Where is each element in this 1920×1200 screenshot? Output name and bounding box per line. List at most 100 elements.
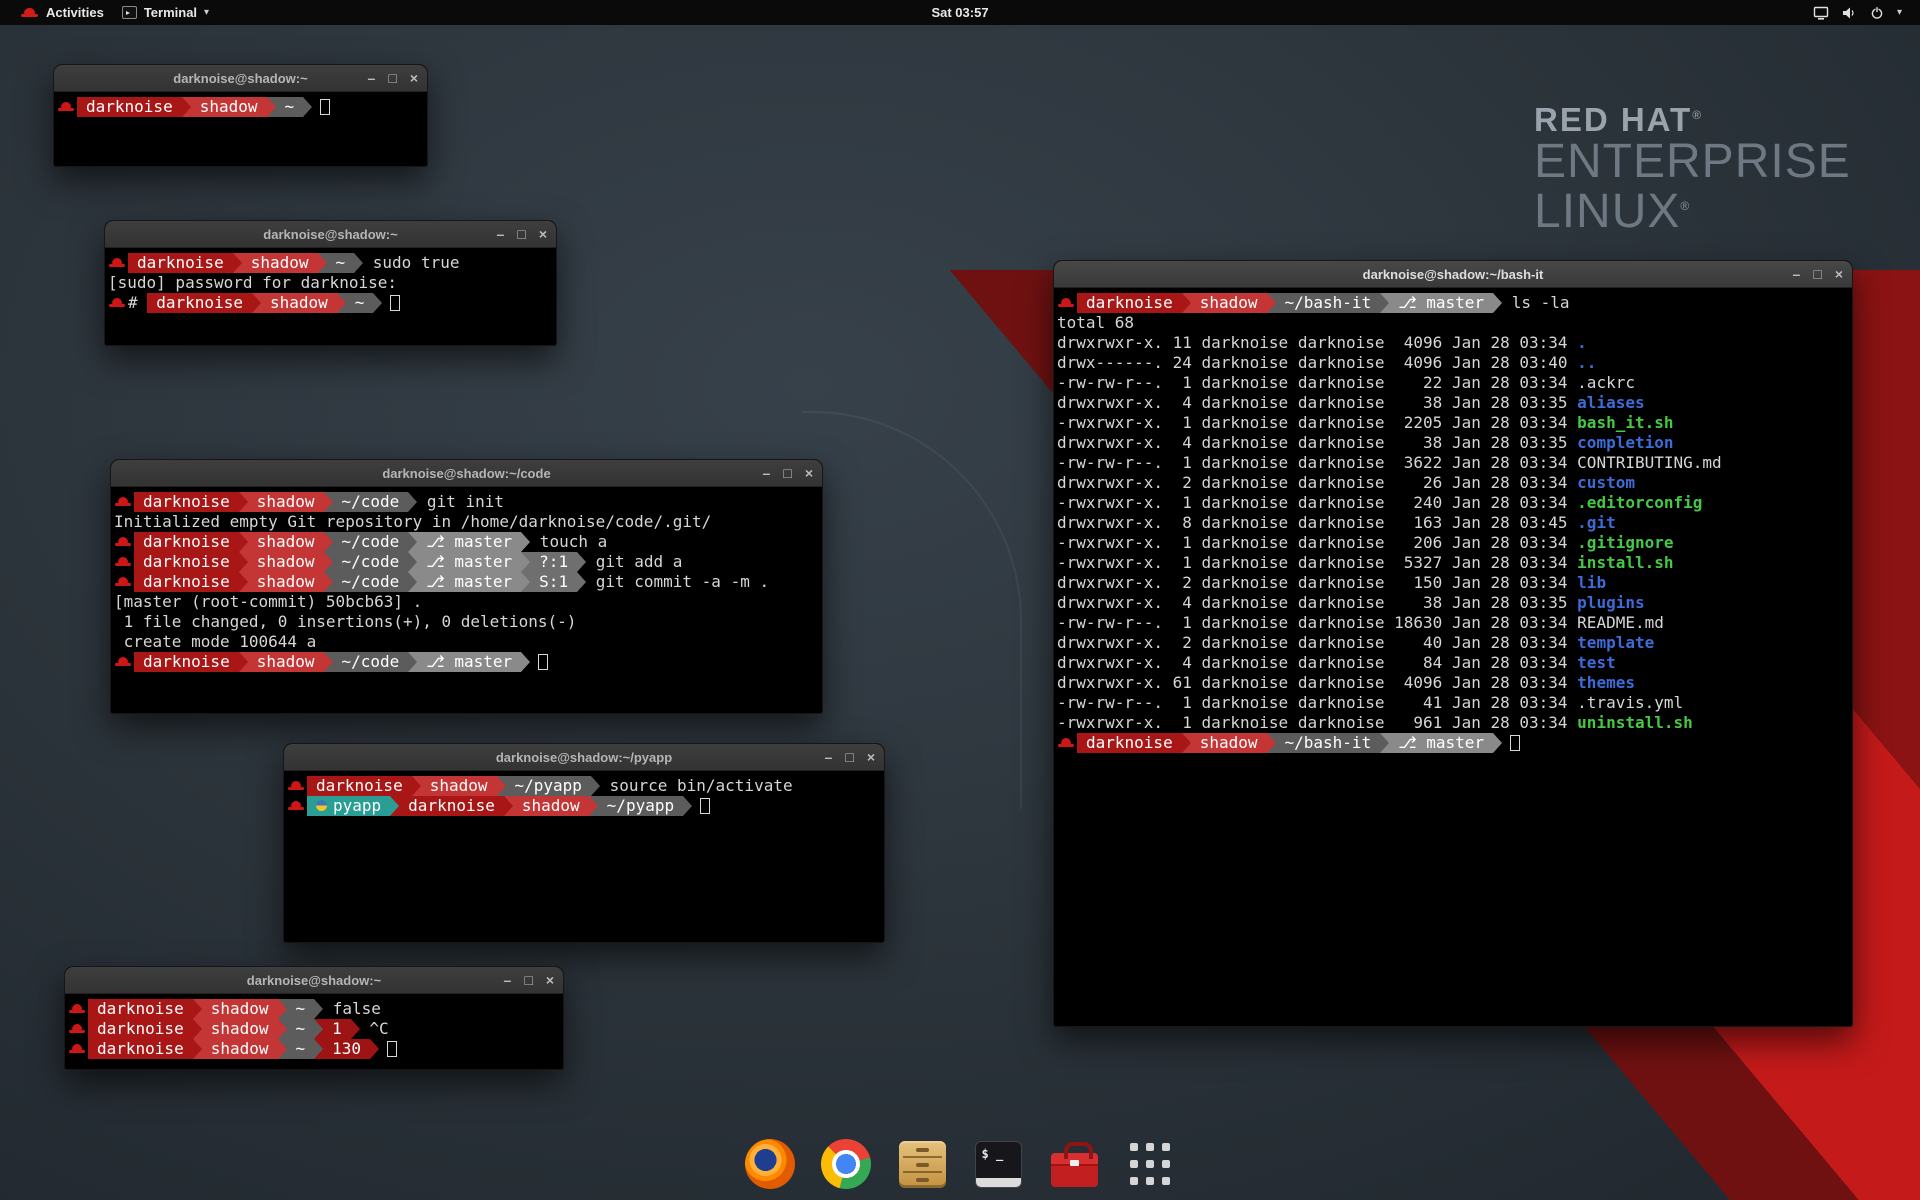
output-text: drwxrwxr-x. 2 darknoise darknoise 40 Jan…	[1057, 633, 1577, 653]
output-text: -rw-rw-r--. 1 darknoise darknoise 18630 …	[1057, 613, 1664, 633]
command-text: false	[323, 999, 381, 1019]
activities-button[interactable]: Activities	[12, 0, 113, 25]
terminal-window-home[interactable]: darknoise@shadow:~ – □ × darknoiseshadow…	[53, 64, 428, 167]
minimize-button[interactable]: –	[763, 466, 771, 480]
window-titlebar[interactable]: darknoise@shadow:~ – □ ×	[105, 221, 556, 248]
prompt-user-segment: darknoise	[88, 1039, 193, 1059]
terminal-content[interactable]: darknoiseshadow~/code git initInitialize…	[111, 487, 822, 677]
dock	[742, 1136, 1178, 1192]
window-titlebar[interactable]: darknoise@shadow:~ – □ ×	[54, 65, 427, 92]
terminal-content[interactable]: darknoiseshadow~ falsedarknoiseshadow~1 …	[65, 994, 563, 1064]
chrome-icon[interactable]	[818, 1136, 874, 1192]
powerline-separator-icon	[1267, 733, 1276, 753]
powerline-separator-icon	[252, 293, 261, 313]
prompt-user-segment: darknoise	[147, 293, 252, 313]
prompt-cwd-segment: ~/bash-it	[1276, 293, 1381, 313]
powerline-separator-icon	[239, 652, 248, 672]
maximize-button[interactable]: □	[845, 750, 853, 764]
window-titlebar[interactable]: darknoise@shadow:~/pyapp – □ ×	[284, 744, 884, 771]
minimize-button[interactable]: –	[368, 71, 376, 85]
watermark-line3: LINUX	[1534, 185, 1680, 238]
window-controls: – □ ×	[825, 744, 875, 770]
window-titlebar[interactable]: darknoise@shadow:~/bash-it – □ ×	[1054, 261, 1852, 288]
close-button[interactable]: ×	[546, 973, 554, 987]
directory-name: ..	[1577, 353, 1596, 373]
prompt-user-segment: darknoise	[134, 492, 239, 512]
terminal-window-bash-it[interactable]: darknoise@shadow:~/bash-it – □ × darknoi…	[1053, 260, 1853, 1027]
executable-name: install.sh	[1577, 553, 1673, 573]
executable-name: uninstall.sh	[1577, 713, 1693, 733]
minimize-button[interactable]: –	[1793, 267, 1801, 281]
maximize-button[interactable]: □	[388, 71, 396, 85]
terminal-icon[interactable]	[970, 1136, 1026, 1192]
toolbox-shape	[1051, 1153, 1098, 1187]
terminal-window-exit-codes[interactable]: darknoise@shadow:~ – □ × darknoise shadow…	[64, 966, 564, 1070]
terminal-content[interactable]: darknoiseshadow~	[54, 92, 427, 122]
powerline-separator-icon	[504, 796, 513, 816]
close-button[interactable]: ×	[410, 71, 418, 85]
terminal-content[interactable]: darknoiseshadow~/bash-it⎇ master ls -lat…	[1054, 288, 1852, 758]
prompt-user-segment: darknoise	[134, 532, 239, 552]
close-button[interactable]: ×	[539, 227, 547, 241]
app-menu-button[interactable]: Terminal ▾	[113, 0, 218, 25]
show-applications-icon[interactable]	[1122, 1136, 1178, 1192]
prompt-cwd-segment: ~/code	[333, 492, 409, 512]
powerline-separator-icon	[314, 999, 323, 1019]
watermark-redhat-text: RED HAT®	[1534, 103, 1851, 137]
minimize-button[interactable]: –	[825, 750, 833, 764]
powerline-separator-icon	[278, 1039, 287, 1059]
system-status-area[interactable]: ▾	[1807, 0, 1908, 25]
files-icon[interactable]	[894, 1136, 950, 1192]
toolbox-icon[interactable]	[1046, 1136, 1102, 1192]
terminal-window-pyapp[interactable]: darknoise@shadow:~/pyapp – □ × darknoise…	[283, 743, 885, 943]
maximize-button[interactable]: □	[524, 973, 532, 987]
minimize-button[interactable]: –	[497, 227, 505, 241]
powerline-separator-icon	[324, 572, 333, 592]
output-text: [master (root-commit) 50bcb63] .	[114, 592, 422, 612]
powerline-separator-icon	[324, 532, 333, 552]
maximize-button[interactable]: □	[1813, 267, 1821, 281]
powerline-separator-icon	[373, 293, 382, 313]
close-button[interactable]: ×	[1835, 267, 1843, 281]
redhat-prompt-icon	[68, 999, 88, 1019]
prompt-cwd-segment: ~/bash-it	[1276, 733, 1381, 753]
powerline-separator-icon	[314, 1039, 323, 1059]
prompt-host-segment: shadow	[248, 552, 324, 572]
terminal-window-sudo[interactable]: darknoise@shadow:~ – □ × darknoiseshadow…	[104, 220, 557, 346]
prompt-git-branch-segment: ⎇ master	[417, 572, 521, 592]
watermark-line1: RED HAT	[1534, 101, 1692, 138]
terminal-content[interactable]: darknoiseshadow~ sudo true[sudo] passwor…	[105, 248, 556, 318]
executable-name: bash_it.sh	[1577, 413, 1673, 433]
redhat-prompt-icon	[57, 97, 77, 117]
redhat-logo-icon	[21, 6, 39, 20]
powerline-separator-icon	[337, 293, 346, 313]
window-titlebar[interactable]: darknoise@shadow:~ – □ ×	[65, 967, 563, 994]
output-text: -rwxrwxr-x. 1 darknoise darknoise 2205 J…	[1057, 413, 1577, 433]
clock[interactable]: Sat 03:57	[921, 0, 998, 25]
close-button[interactable]: ×	[867, 750, 875, 764]
prompt-git-status-segment: S:1	[530, 572, 577, 592]
prompt-cwd-segment: ~/pyapp	[506, 776, 591, 796]
maximize-button[interactable]: □	[517, 227, 525, 241]
terminal-window-code[interactable]: darknoise@shadow:~/code – □ × darknoises…	[110, 459, 823, 714]
prompt-host-segment: shadow	[421, 776, 497, 796]
close-button[interactable]: ×	[805, 466, 813, 480]
directory-name: .	[1577, 333, 1587, 353]
grid-dot	[1146, 1177, 1154, 1185]
minimize-button[interactable]: –	[504, 973, 512, 987]
powerline-separator-icon	[408, 532, 417, 552]
firefox-icon[interactable]	[742, 1136, 798, 1192]
maximize-button[interactable]: □	[783, 466, 791, 480]
window-controls: – □ ×	[497, 221, 547, 247]
terminal-line: drwxrwxr-x. 2 darknoise darknoise 26 Jan…	[1057, 473, 1849, 493]
executable-name: .gitignore	[1577, 533, 1673, 553]
powerline-separator-icon	[239, 532, 248, 552]
prompt-git-branch-segment: ⎇ master	[417, 652, 521, 672]
terminal-content[interactable]: darknoiseshadow~/pyapp source bin/activa…	[284, 771, 884, 821]
app-grid	[1129, 1143, 1171, 1185]
window-titlebar[interactable]: darknoise@shadow:~/code – □ ×	[111, 460, 822, 487]
terminal-line: darknoiseshadow~/code⎇ master?:1 git add…	[114, 552, 819, 572]
registered-mark: ®	[1692, 108, 1703, 122]
directory-name: custom	[1577, 473, 1635, 493]
prompt-host-segment: shadow	[202, 1039, 278, 1059]
